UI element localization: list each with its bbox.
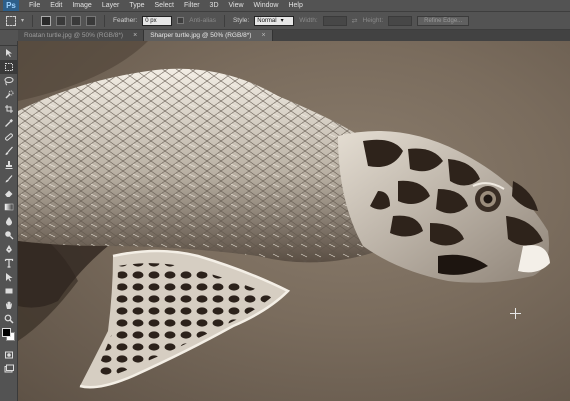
brush-tool-icon[interactable] (0, 144, 18, 158)
tab-sharper-turtle[interactable]: Sharper turtle.jpg @ 50% (RGB/8*) × (144, 30, 273, 41)
menu-help[interactable]: Help (283, 0, 307, 11)
height-label: Height: (362, 17, 384, 24)
menu-select[interactable]: Select (150, 0, 179, 11)
intersect-selection-mode-button[interactable] (86, 15, 97, 26)
hand-tool-icon[interactable] (0, 298, 18, 312)
healing-brush-tool-icon[interactable] (0, 130, 18, 144)
close-icon[interactable]: × (261, 32, 265, 39)
separator (32, 14, 34, 27)
new-selection-mode-button[interactable] (41, 15, 52, 26)
caret-down-icon[interactable]: ▾ (21, 17, 24, 24)
menu-window[interactable]: Window (249, 0, 284, 11)
tab-label: Roatan turtle.jpg @ 50% (RGB/8*) (24, 32, 124, 39)
feather-input[interactable]: 0 px (142, 15, 173, 26)
menu-type[interactable]: Type (124, 0, 149, 11)
width-label: Width: (299, 17, 318, 24)
path-selection-tool-icon[interactable] (0, 270, 18, 284)
clone-stamp-tool-icon[interactable] (0, 158, 18, 172)
height-input[interactable] (388, 15, 413, 26)
subtract-selection-mode-button[interactable] (71, 15, 82, 26)
separator (104, 14, 106, 27)
dodge-tool-icon[interactable] (0, 228, 18, 242)
menu-file[interactable]: File (24, 0, 45, 11)
quick-mask-icon[interactable] (0, 348, 18, 362)
color-swatches[interactable] (0, 326, 18, 348)
move-tool-icon[interactable] (0, 46, 18, 60)
history-brush-tool-icon[interactable] (0, 172, 18, 186)
add-selection-mode-button[interactable] (56, 15, 67, 26)
turtle-image (18, 41, 550, 389)
type-tool-icon[interactable] (0, 256, 18, 270)
zoom-tool-icon[interactable] (0, 312, 18, 326)
antialias-checkbox[interactable] (177, 17, 185, 24)
screen-mode-icon[interactable] (0, 362, 18, 376)
options-bar: ▾ Feather: 0 px Anti-alias Style: Normal… (0, 11, 570, 30)
pen-tool-icon[interactable] (0, 242, 18, 256)
menu-image[interactable]: Image (67, 0, 96, 11)
close-icon[interactable]: × (133, 32, 137, 39)
crop-tool-icon[interactable] (0, 102, 18, 116)
feather-label: Feather: (113, 17, 138, 24)
gradient-tool-icon[interactable] (0, 200, 18, 214)
antialias-label: Anti-alias (189, 17, 216, 24)
style-label: Style: (232, 17, 250, 24)
rectangle-tool-icon[interactable] (0, 284, 18, 298)
menu-view[interactable]: View (224, 0, 249, 11)
menu-bar: Ps File Edit Image Layer Type Select Fil… (0, 0, 570, 11)
quick-selection-tool-icon[interactable] (0, 88, 18, 102)
swap-dimensions-icon[interactable]: ⇄ (352, 17, 358, 25)
rectangular-marquee-tool-icon[interactable] (0, 60, 18, 74)
app-logo: Ps (3, 0, 19, 11)
chevron-down-icon: ▾ (280, 17, 284, 24)
eraser-tool-icon[interactable] (0, 186, 18, 200)
foreground-color-swatch[interactable] (2, 328, 11, 337)
tab-roatan-turtle[interactable]: Roatan turtle.jpg @ 50% (RGB/8*) × (18, 30, 145, 41)
tab-label: Sharper turtle.jpg @ 50% (RGB/8*) (150, 32, 252, 39)
document-canvas[interactable] (18, 41, 570, 401)
separator (223, 14, 225, 27)
lasso-tool-icon[interactable] (0, 74, 18, 88)
crosshair-icon (510, 308, 521, 319)
menu-3d[interactable]: 3D (205, 0, 224, 11)
eyedropper-tool-icon[interactable] (0, 116, 18, 130)
marquee-preset-icon[interactable] (6, 15, 16, 26)
menu-filter[interactable]: Filter (179, 0, 205, 11)
width-input[interactable] (322, 15, 347, 26)
menu-layer[interactable]: Layer (97, 0, 125, 11)
document-tabs: Roatan turtle.jpg @ 50% (RGB/8*) × Sharp… (18, 30, 570, 41)
blur-tool-icon[interactable] (0, 214, 18, 228)
toolbox (0, 41, 18, 401)
style-select[interactable]: Normal ▾ (254, 15, 295, 26)
refine-edge-button[interactable]: Refine Edge... (417, 15, 470, 26)
menu-edit[interactable]: Edit (45, 0, 67, 11)
style-value: Normal (257, 17, 277, 24)
